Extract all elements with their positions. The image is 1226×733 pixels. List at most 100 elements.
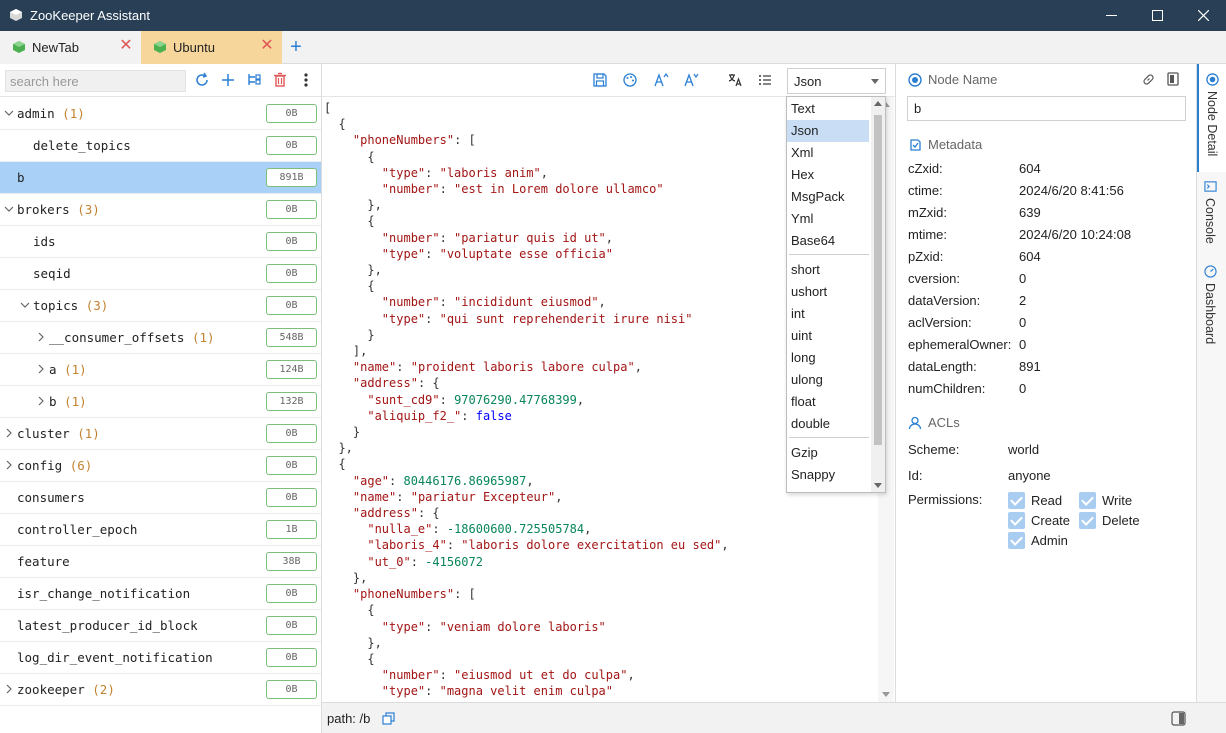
format-option[interactable]: long — [787, 347, 869, 369]
format-option[interactable]: Text — [787, 98, 869, 120]
tree-node[interactable]: seqid 0B — [0, 258, 321, 290]
search-input[interactable] — [5, 70, 186, 92]
font-decrease-icon[interactable] — [683, 72, 699, 88]
checkbox-checked-icon[interactable] — [1008, 492, 1025, 509]
size-badge: 891B — [266, 168, 317, 187]
format-icon[interactable] — [622, 72, 638, 88]
node-label: topics — [33, 298, 79, 313]
tree-node[interactable]: isr_change_notification 0B — [0, 578, 321, 610]
format-option[interactable]: Gzip — [787, 442, 869, 464]
format-option-selected[interactable]: Json — [787, 120, 869, 142]
tab-console[interactable]: Console — [1197, 174, 1226, 252]
permission-admin-checkbox[interactable]: Admin — [1008, 532, 1068, 549]
save-icon[interactable] — [592, 72, 608, 88]
tab-newtab[interactable]: NewTab ✕ — [0, 31, 141, 64]
format-option[interactable]: Snappy — [787, 464, 869, 486]
chevron-down-icon[interactable] — [4, 204, 14, 214]
tree-node[interactable]: delete_topics 0B — [0, 130, 321, 162]
scroll-down-icon[interactable] — [874, 483, 882, 488]
tree-node[interactable]: log_dir_event_notification 0B — [0, 642, 321, 674]
format-option[interactable]: Base64 — [787, 230, 869, 252]
tab-node-detail[interactable]: Node Detail — [1197, 64, 1226, 172]
more-options-icon[interactable] — [298, 72, 314, 88]
maximize-button[interactable] — [1134, 0, 1180, 31]
dropdown-scrollbar[interactable] — [871, 97, 885, 492]
format-option[interactable]: short — [787, 259, 869, 281]
chevron-right-icon[interactable] — [36, 396, 46, 406]
chevron-right-icon[interactable] — [36, 364, 46, 374]
node-label: brokers — [17, 202, 70, 217]
format-option[interactable]: int — [787, 303, 869, 325]
tree-node[interactable]: topics (3) 0B — [0, 290, 321, 322]
add-node-icon[interactable] — [220, 72, 236, 88]
permission-write-checkbox[interactable]: Write — [1079, 492, 1132, 509]
tree-node[interactable]: cluster (1) 0B — [0, 418, 321, 450]
link-icon[interactable] — [1142, 73, 1155, 86]
add-tab-icon[interactable]: + — [286, 37, 306, 57]
tree-node[interactable]: feature 38B — [0, 546, 321, 578]
collapse-tree-icon[interactable] — [246, 72, 262, 88]
tree-node[interactable]: config (6) 0B — [0, 450, 321, 482]
tree-node[interactable]: controller_epoch 1B — [0, 514, 321, 546]
checkbox-checked-icon[interactable] — [1008, 532, 1025, 549]
scroll-up-icon[interactable] — [874, 101, 882, 106]
chevron-right-icon[interactable] — [4, 460, 14, 470]
tree-node[interactable]: a (1) 124B — [0, 354, 321, 386]
node-name-field[interactable] — [907, 96, 1186, 121]
tree-node[interactable]: brokers (3) 0B — [0, 194, 321, 226]
tree-node-selected[interactable]: b 891B — [0, 162, 321, 194]
format-option[interactable]: uint — [787, 325, 869, 347]
document-icon[interactable] — [1167, 72, 1179, 86]
tree-node[interactable]: latest_producer_id_block 0B — [0, 610, 321, 642]
tab-close-icon[interactable]: ✕ — [119, 38, 133, 54]
node-label: consumers — [17, 490, 85, 505]
tab-close-icon[interactable]: ✕ — [260, 38, 274, 54]
chevron-right-icon[interactable] — [4, 684, 14, 694]
tree-node[interactable]: consumers 0B — [0, 482, 321, 514]
scroll-down-icon[interactable] — [882, 692, 890, 697]
delete-icon[interactable] — [272, 72, 288, 88]
format-option[interactable]: MsgPack — [787, 186, 869, 208]
close-window-button[interactable] — [1180, 0, 1226, 31]
permission-delete-checkbox[interactable]: Delete — [1079, 512, 1140, 529]
size-badge: 0B — [266, 424, 317, 443]
translate-icon[interactable] — [727, 72, 743, 88]
node-count: (1) — [192, 330, 215, 345]
metadata-row: dataVersion: 2 — [908, 290, 1188, 312]
checkbox-checked-icon[interactable] — [1079, 512, 1096, 529]
checkbox-checked-icon[interactable] — [1079, 492, 1096, 509]
close-icon — [1197, 10, 1209, 21]
permission-read-checkbox[interactable]: Read — [1008, 492, 1062, 509]
tab-dashboard[interactable]: Dashboard — [1197, 256, 1226, 352]
format-option[interactable]: double — [787, 413, 869, 435]
permission-create-checkbox[interactable]: Create — [1008, 512, 1070, 529]
tree-node[interactable]: __consumer_offsets (1) 548B — [0, 322, 321, 354]
format-option[interactable]: Yml — [787, 208, 869, 230]
chevron-down-icon[interactable] — [20, 300, 30, 310]
tree-node[interactable]: zookeeper (2) 0B — [0, 674, 321, 706]
chevron-down-icon[interactable] — [4, 108, 14, 118]
refresh-icon[interactable] — [194, 72, 210, 88]
format-option[interactable]: ushort — [787, 281, 869, 303]
list-icon[interactable] — [757, 72, 773, 88]
size-badge: 0B — [266, 264, 317, 283]
minimize-button[interactable] — [1088, 0, 1134, 31]
format-option[interactable]: float — [787, 391, 869, 413]
permission-label: Write — [1102, 493, 1133, 508]
format-option[interactable]: Hex — [787, 164, 869, 186]
format-option[interactable]: Xml — [787, 142, 869, 164]
size-badge: 0B — [266, 648, 317, 667]
tab-ubuntu[interactable]: Ubuntu ✕ — [141, 31, 282, 64]
tree-node[interactable]: ids 0B — [0, 226, 321, 258]
chevron-right-icon[interactable] — [36, 332, 46, 342]
panel-toggle-icon[interactable] — [1171, 711, 1186, 726]
tree-node[interactable]: b (1) 132B — [0, 386, 321, 418]
tree-node[interactable]: admin (1) 0B — [0, 98, 321, 130]
checkbox-checked-icon[interactable] — [1008, 512, 1025, 529]
font-increase-icon[interactable] — [653, 72, 669, 88]
chevron-right-icon[interactable] — [4, 428, 14, 438]
format-option[interactable]: ulong — [787, 369, 869, 391]
copy-icon[interactable] — [382, 712, 395, 725]
scroll-thumb[interactable] — [874, 115, 882, 445]
format-select[interactable]: Json — [787, 68, 886, 94]
